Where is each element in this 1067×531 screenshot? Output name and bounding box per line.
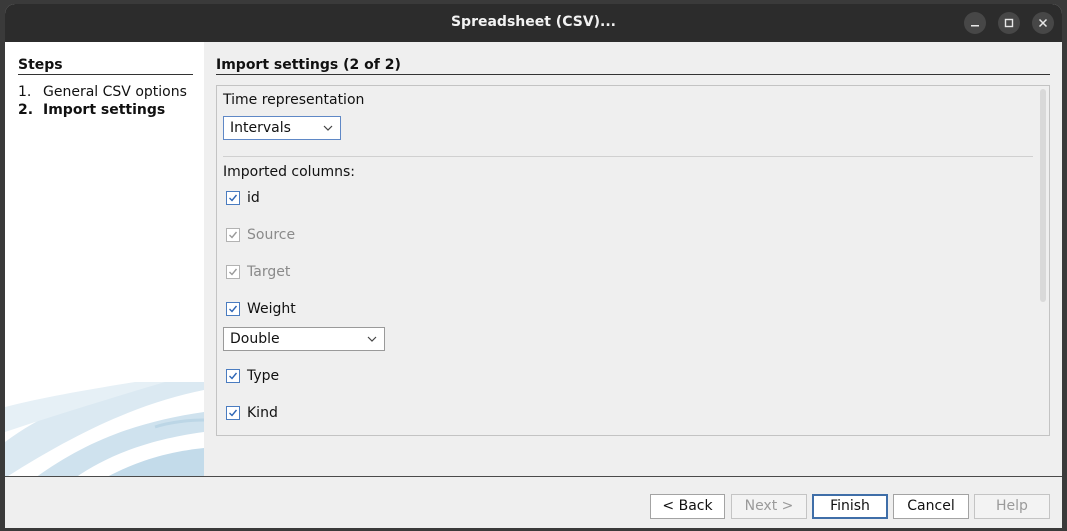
- step-import-settings: 2. Import settings: [18, 102, 165, 118]
- cancel-button[interactable]: Cancel: [893, 494, 969, 519]
- time-representation-label: Time representation: [223, 92, 365, 108]
- checkbox: [226, 265, 240, 279]
- section-divider: [223, 156, 1033, 157]
- column-label: id: [247, 190, 260, 206]
- checkmark-icon: [229, 268, 238, 276]
- checkmark-icon: [229, 305, 238, 313]
- steps-panel: Steps 1. General CSV options 2. Import set…: [5, 42, 204, 478]
- chevron-down-icon: [323, 125, 333, 131]
- steps-title: Steps: [18, 57, 193, 75]
- step-general-csv-options: 1. General CSV options: [18, 84, 187, 100]
- step-number: 2.: [18, 102, 34, 118]
- step-label: Import settings: [43, 102, 166, 118]
- dialog-window: Spreadsheet (CSV)... Steps 1. General CSV…: [5, 4, 1062, 528]
- finish-button[interactable]: Finish: [812, 494, 888, 519]
- window-title: Spreadsheet (CSV)...: [450, 14, 617, 30]
- step-number: 1.: [18, 84, 32, 100]
- column-checkbox-id[interactable]: id: [226, 190, 260, 206]
- column-label: Source: [247, 227, 296, 243]
- imported-columns-label: Imported columns:: [223, 164, 355, 180]
- column-checkbox-source: Source: [226, 227, 295, 243]
- time-representation-select[interactable]: Intervals: [223, 116, 341, 140]
- column-checkbox-type[interactable]: Type: [226, 368, 279, 384]
- checkbox[interactable]: [226, 406, 240, 420]
- checkmark-icon: [229, 231, 238, 239]
- back-button[interactable]: < Back: [650, 494, 725, 519]
- step-label: General CSV options: [43, 84, 187, 100]
- column-checkbox-kind[interactable]: Kind: [226, 405, 278, 421]
- column-label: Weight: [247, 301, 296, 317]
- column-label: Target: [247, 264, 291, 280]
- checkbox[interactable]: [226, 191, 240, 205]
- close-icon[interactable]: [1032, 12, 1054, 34]
- checkmark-icon: [229, 372, 238, 380]
- next-button: Next >: [731, 494, 807, 519]
- column-checkbox-target: Target: [226, 264, 290, 280]
- title-bar[interactable]: Spreadsheet (CSV)...: [5, 4, 1062, 42]
- column-label: Type: [247, 368, 280, 384]
- button-bar: < Back Next > Finish Cancel Help: [5, 476, 1062, 528]
- checkbox[interactable]: [226, 302, 240, 316]
- main-panel: Import settings (2 of 2) Time representa…: [204, 42, 1062, 478]
- help-button: Help: [974, 494, 1050, 519]
- minimize-icon[interactable]: [964, 12, 986, 34]
- checkmark-icon: [229, 409, 238, 417]
- maximize-icon[interactable]: [998, 12, 1020, 34]
- checkbox: [226, 228, 240, 242]
- time-representation-value: Intervals: [230, 120, 291, 136]
- chevron-down-icon: [367, 336, 377, 342]
- checkmark-icon: [229, 194, 238, 202]
- vertical-scrollbar[interactable]: [1040, 89, 1046, 302]
- weight-type-select[interactable]: Double: [223, 327, 385, 351]
- wizard-decoration-graphic: [5, 382, 204, 478]
- checkbox[interactable]: [226, 369, 240, 383]
- weight-type-value: Double: [230, 331, 280, 347]
- settings-scroll-area[interactable]: Time representation Intervals Imported c…: [216, 85, 1050, 436]
- column-checkbox-weight[interactable]: Weight: [226, 301, 296, 317]
- page-title: Import settings (2 of 2): [216, 57, 1050, 75]
- column-label: Kind: [247, 405, 278, 421]
